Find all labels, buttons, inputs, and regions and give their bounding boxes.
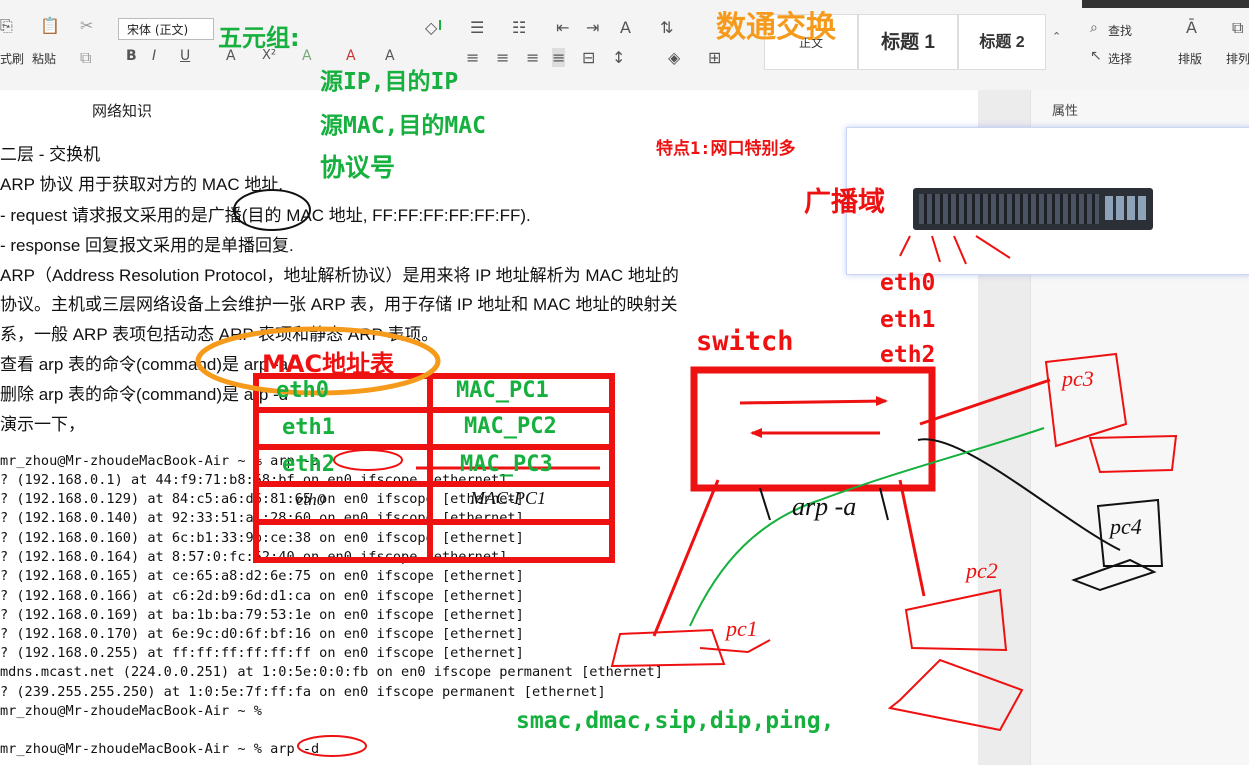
annotation-data-switching: 数通交换 bbox=[716, 10, 836, 45]
green-path bbox=[689, 427, 1045, 627]
handwritten-pc4: pc4 bbox=[1110, 514, 1142, 539]
circle-broadcast bbox=[233, 189, 311, 231]
handwritten-eth0: eth0 bbox=[296, 490, 326, 509]
link-to-pc3 bbox=[919, 378, 1051, 426]
link-to-pc1 bbox=[652, 479, 720, 637]
annotation-eth2: eth2 bbox=[880, 342, 936, 368]
pc2-sketch bbox=[887, 588, 1024, 732]
annotation-tuple-ip: 源IP,目的IP bbox=[320, 69, 459, 95]
annotation-eth1: eth1 bbox=[880, 307, 936, 333]
annotation-switch: switch bbox=[696, 326, 794, 357]
link-to-pc4 bbox=[917, 438, 1121, 551]
annotation-bottom-fields: smac,dmac,sip,dip,ping, bbox=[516, 708, 835, 734]
annotation-tuple-mac: 源MAC,目的MAC bbox=[320, 113, 486, 139]
mac-table-mac: MAC_PC1 bbox=[456, 378, 549, 403]
mac-table-mac: MAC_PC2 bbox=[464, 414, 557, 439]
annotation-tuple-title: 五元组: bbox=[218, 24, 300, 52]
link-to-pc2 bbox=[898, 479, 926, 597]
annotation-tuple-proto: 协议号 bbox=[320, 153, 396, 182]
annotation-broadcast-domain: 广播域 bbox=[804, 187, 885, 218]
handwritten-pc3: pc3 bbox=[1062, 366, 1094, 391]
broadcast-arrows bbox=[899, 235, 1011, 265]
handwritten-arp-a: arp -a bbox=[792, 492, 857, 521]
switch-arrow-right bbox=[739, 399, 887, 405]
annotation-eth0: eth0 bbox=[880, 270, 936, 296]
mac-table-port: eth0 bbox=[276, 378, 329, 403]
annotation-feature1: 特点1:网口特别多 bbox=[656, 139, 796, 159]
handwritten-mac-pc: MAC-PC1 bbox=[470, 488, 546, 508]
switch-arrow-right-head bbox=[876, 396, 888, 406]
switch-box bbox=[690, 366, 936, 492]
circle-arp-d bbox=[297, 735, 367, 757]
mac-table-port: eth2 bbox=[282, 452, 335, 477]
circle-arp-a bbox=[333, 449, 403, 471]
switch-arrow-left-head bbox=[750, 428, 762, 438]
handwritten-pc1: pc1 bbox=[726, 616, 758, 641]
mac-table-mac: MAC_PC3 bbox=[460, 452, 553, 477]
handwritten-pc2: pc2 bbox=[966, 558, 998, 583]
annotation-mac-table: MAC地址表 bbox=[262, 350, 395, 378]
mac-table-port: eth1 bbox=[282, 415, 335, 440]
